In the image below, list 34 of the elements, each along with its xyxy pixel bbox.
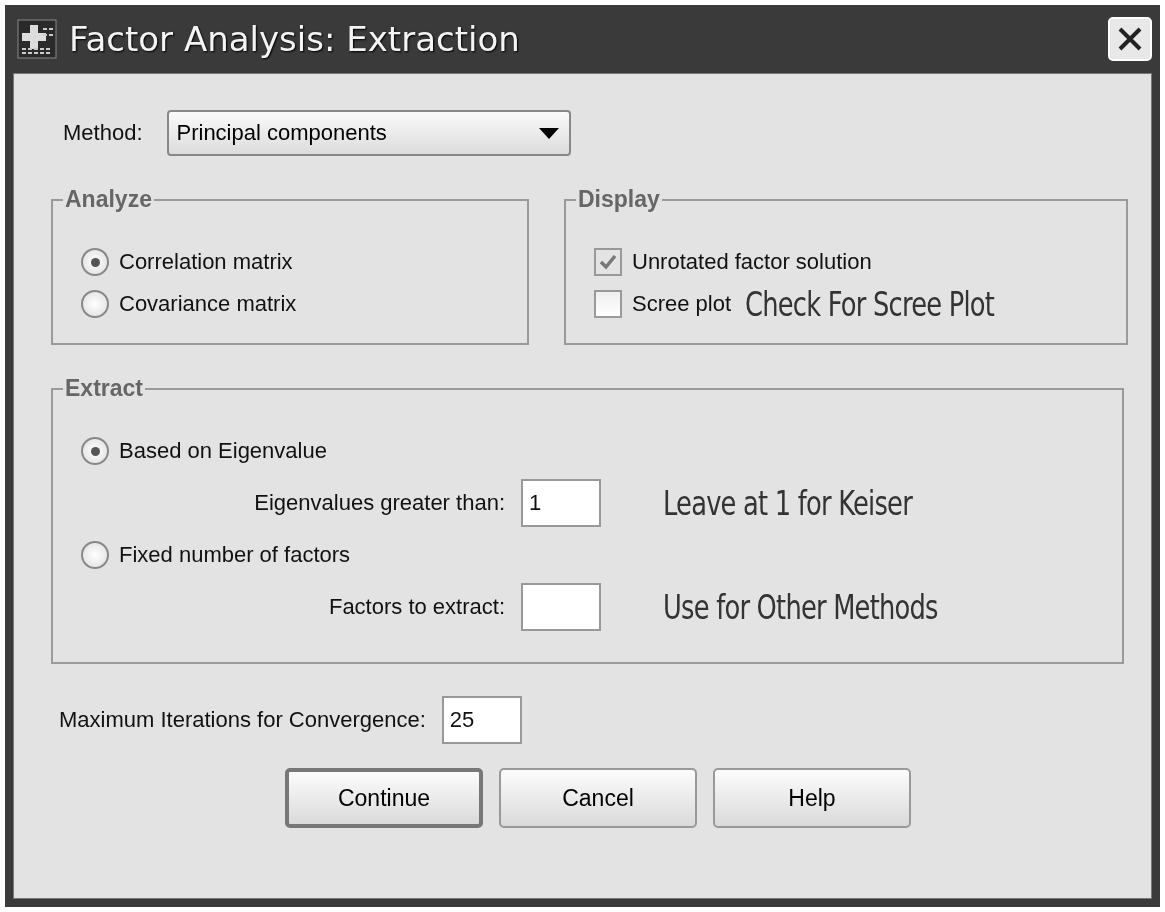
option-label: Fixed number of factors (119, 542, 351, 568)
field-label: Maximum Iterations for Convergence: (59, 707, 426, 733)
radio-button[interactable] (81, 437, 109, 465)
option-label: Scree plot (632, 291, 732, 317)
input-field[interactable] (521, 583, 601, 631)
dialog-button[interactable]: Help (713, 768, 911, 828)
dialog-button[interactable]: Continue (285, 768, 483, 828)
input-field[interactable]: 1 (521, 479, 601, 527)
method-label: Method: (63, 120, 143, 146)
caret-icon (538, 127, 559, 139)
radio-button[interactable] (81, 290, 109, 318)
method-dropdown[interactable]: Principal components (166, 110, 571, 156)
grid-plus-icon (17, 19, 57, 59)
annotation-text: Use for Other Methods (663, 587, 938, 627)
close-button[interactable] (1108, 17, 1152, 61)
annotation-text: Leave at 1 for Keiser (663, 483, 912, 523)
group-title: Analyze (64, 186, 153, 213)
option-label: Based on Eigenvalue (119, 438, 327, 464)
radio-button[interactable] (81, 248, 109, 276)
dialog-button[interactable]: Cancel (499, 768, 697, 828)
option-label: Covariance matrix (119, 291, 297, 317)
group-title: Display (577, 186, 661, 213)
radio-button[interactable] (81, 541, 109, 569)
option-label: Correlation matrix (119, 249, 293, 275)
checkmark-icon (598, 252, 618, 272)
close-icon (1117, 26, 1143, 52)
group-title: Extract (64, 375, 144, 402)
annotation-text: Check For Scree Plot (745, 284, 995, 324)
checkbox[interactable] (594, 290, 622, 318)
window-title: Factor Analysis: Extraction (69, 19, 521, 59)
field-label: Eigenvalues greater than: (253, 490, 506, 516)
option-label: Unrotated factor solution (632, 249, 872, 275)
input-field[interactable]: 25 (441, 696, 522, 744)
field-label: Factors to extract: (327, 594, 506, 620)
